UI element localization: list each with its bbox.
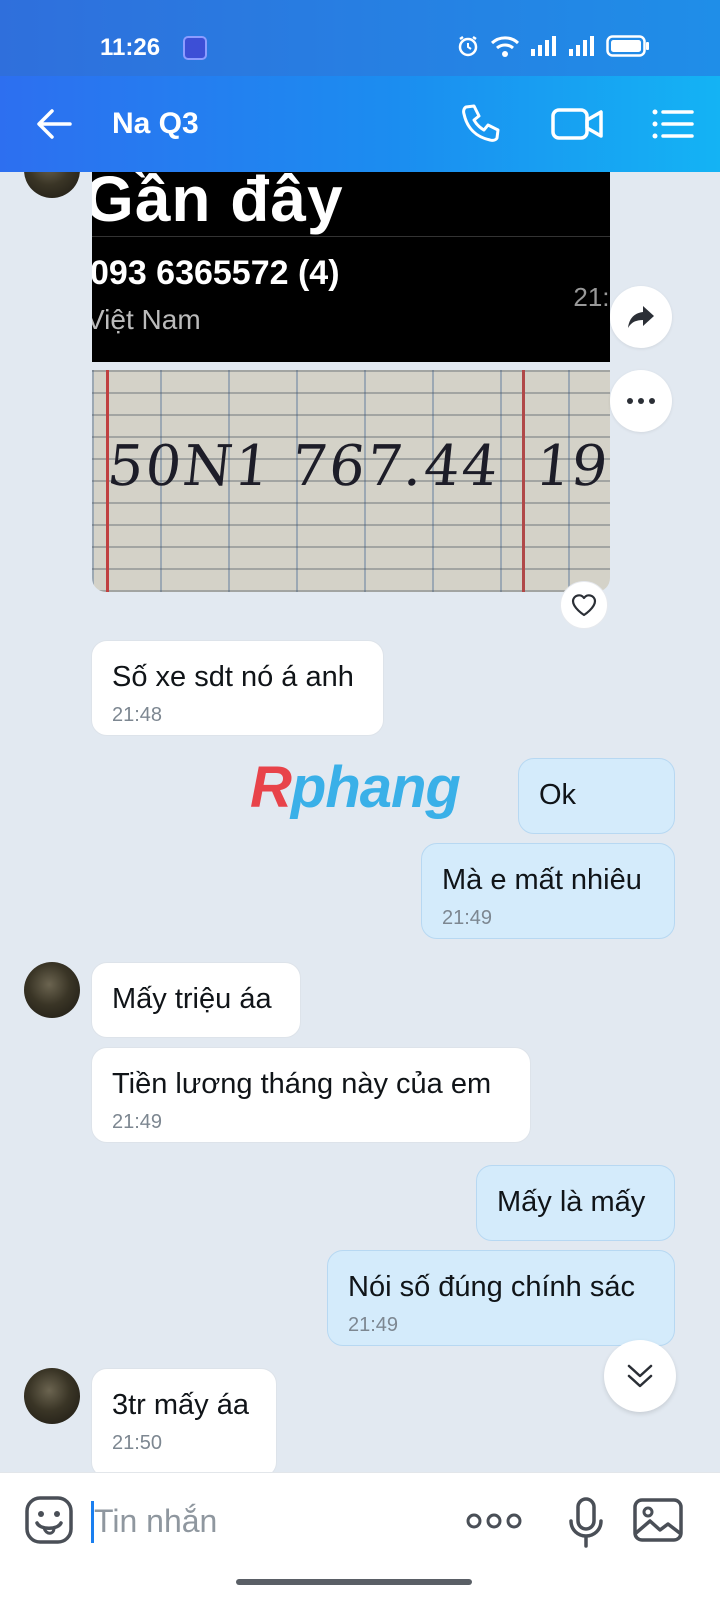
more-dots-icon bbox=[627, 398, 655, 404]
voice-message-button[interactable] bbox=[566, 1497, 606, 1549]
home-indicator[interactable] bbox=[236, 1579, 472, 1585]
signal-icon bbox=[531, 36, 556, 56]
alarm-icon bbox=[458, 35, 478, 57]
forward-button[interactable] bbox=[610, 286, 672, 348]
photo-country: Việt Nam bbox=[92, 304, 201, 335]
status-time: 11:26 bbox=[100, 34, 161, 61]
message-bubble-incoming[interactable]: Tiền lương tháng này của em 21:49 bbox=[91, 1047, 531, 1143]
back-arrow-icon bbox=[37, 109, 72, 139]
message-text: Mấy triệu áa bbox=[112, 983, 272, 1015]
sticker-icon bbox=[25, 1496, 73, 1544]
wifi-icon bbox=[490, 36, 520, 57]
share-forward-icon bbox=[628, 306, 654, 328]
photo-gap bbox=[92, 362, 610, 370]
photo-heading: Gần đây bbox=[92, 172, 344, 235]
message-text: Mấy là mấy bbox=[497, 1186, 646, 1218]
photo-handwritten-plate: 50N1 767.44 bbox=[104, 434, 504, 499]
message-bubble-outgoing[interactable]: Nói số đúng chính sác 21:49 bbox=[327, 1250, 675, 1346]
double-chevron-down-icon bbox=[627, 1364, 653, 1388]
video-call-icon bbox=[551, 108, 603, 140]
paper-column-line bbox=[522, 370, 525, 592]
more-actions-button[interactable] bbox=[610, 370, 672, 432]
watermark-logo: Rphang bbox=[250, 754, 461, 821]
more-options-button[interactable] bbox=[466, 1509, 522, 1533]
contact-avatar[interactable] bbox=[24, 1368, 80, 1424]
message-time: 21:49 bbox=[348, 1314, 399, 1336]
contact-avatar[interactable] bbox=[24, 962, 80, 1018]
chat-header: Na Q3 bbox=[0, 76, 720, 172]
message-time: 21:49 bbox=[112, 1111, 163, 1133]
message-bubble-incoming[interactable]: Mấy triệu áa bbox=[91, 962, 301, 1038]
status-bar: 11:26 bbox=[0, 0, 720, 76]
signal-icon-2 bbox=[569, 36, 594, 56]
contact-name[interactable]: Na Q3 bbox=[112, 107, 199, 141]
photo-handwritten-extra: 19 bbox=[532, 434, 610, 499]
list-menu-icon bbox=[652, 109, 694, 139]
phone-icon bbox=[462, 104, 500, 142]
battery-icon bbox=[606, 35, 649, 57]
back-button[interactable] bbox=[30, 100, 78, 148]
message-bubble-incoming[interactable]: Số xe sdt nó á anh 21:48 bbox=[91, 640, 384, 736]
message-bubble-outgoing[interactable]: Mà e mất nhiêu 21:49 bbox=[421, 843, 675, 939]
gallery-icon bbox=[633, 1498, 683, 1542]
message-text: Nói số đúng chính sác bbox=[348, 1271, 635, 1303]
shared-photo[interactable]: Gần đây 093 6365572 (4) Việt Nam 21:1 50… bbox=[92, 172, 610, 592]
more-options-icon bbox=[466, 1513, 522, 1529]
message-time: 21:50 bbox=[112, 1432, 163, 1454]
heart-icon bbox=[571, 594, 597, 617]
message-time: 21:49 bbox=[442, 907, 493, 929]
gallery-button[interactable] bbox=[632, 1497, 684, 1543]
photo-handwritten-paper: 50N1 767.44 19 bbox=[92, 370, 610, 592]
message-input[interactable] bbox=[94, 1499, 434, 1543]
photo-time: 21:1 bbox=[573, 282, 610, 312]
message-text: Tiền lương tháng này của em bbox=[112, 1068, 492, 1100]
call-button[interactable] bbox=[456, 100, 504, 148]
message-bubble-incoming[interactable]: 3tr mấy áa 21:50 bbox=[91, 1368, 277, 1472]
watermark-text: phang bbox=[290, 755, 461, 820]
message-bubble-outgoing[interactable]: Mấy là mấy bbox=[476, 1165, 675, 1241]
message-text: Ok bbox=[539, 779, 577, 811]
message-text: Số xe sdt nó á anh bbox=[112, 661, 354, 693]
sticker-button[interactable] bbox=[24, 1495, 74, 1545]
photo-screenshot-part: Gần đây 093 6365572 (4) Việt Nam 21:1 bbox=[92, 172, 610, 362]
watermark-letter: R bbox=[250, 755, 292, 820]
message-text: 3tr mấy áa bbox=[112, 1389, 249, 1421]
status-icons bbox=[456, 34, 650, 58]
contact-avatar[interactable] bbox=[24, 172, 80, 198]
message-composer bbox=[0, 1472, 720, 1600]
photo-divider bbox=[92, 236, 610, 237]
screen-record-icon bbox=[183, 36, 207, 60]
message-time: 21:48 bbox=[112, 704, 163, 726]
microphone-icon bbox=[569, 1497, 603, 1548]
menu-button[interactable] bbox=[648, 100, 696, 148]
scroll-to-bottom-button[interactable] bbox=[604, 1340, 676, 1412]
video-call-button[interactable] bbox=[550, 100, 606, 148]
message-text: Mà e mất nhiêu bbox=[442, 864, 642, 896]
photo-phone-number: 093 6365572 (4) bbox=[92, 254, 340, 292]
message-bubble-outgoing[interactable]: Ok bbox=[518, 758, 675, 834]
react-heart-button[interactable] bbox=[560, 581, 608, 629]
chat-area[interactable]: Gần đây 093 6365572 (4) Việt Nam 21:1 50… bbox=[0, 172, 720, 1472]
